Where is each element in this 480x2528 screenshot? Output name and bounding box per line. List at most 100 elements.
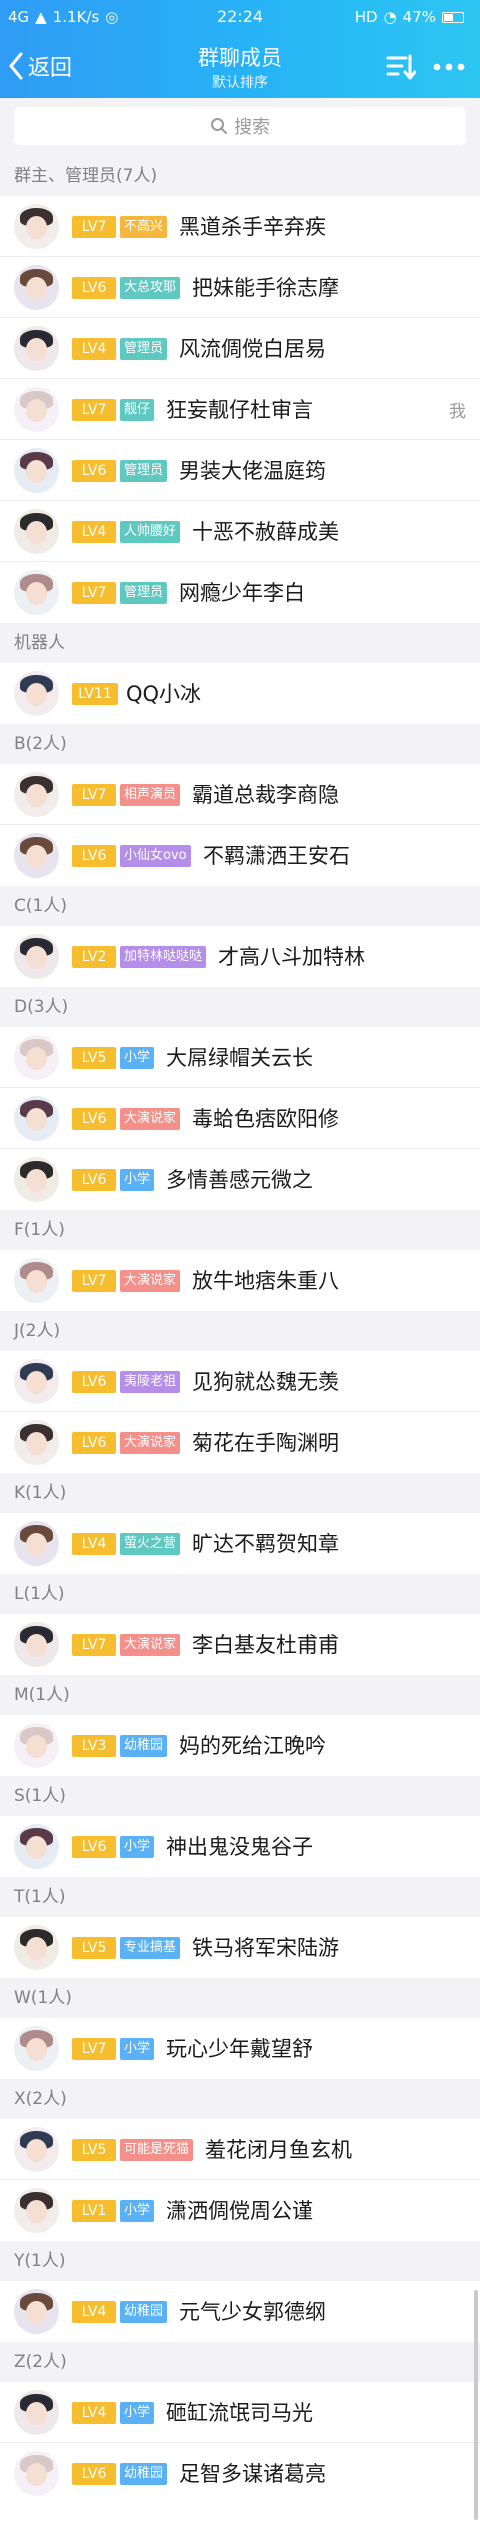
section-header: S(1人) [0, 1776, 480, 1816]
level-badge: LV6 [72, 845, 116, 867]
member-name: 神出鬼没鬼谷子 [166, 1835, 313, 1859]
avatar[interactable] [14, 326, 59, 371]
member-row[interactable]: LV6 大总攻耶 把妹能手徐志摩 [0, 257, 480, 318]
member-row[interactable]: LV7 相声演员 霸道总裁李商隐 [0, 764, 480, 825]
member-title-tag: 大演说家 [120, 1270, 181, 1292]
member-row[interactable]: LV6 管理员 男装大佬温庭筠 [0, 440, 480, 501]
member-row[interactable]: LV4 萤火之营 旷达不羁贺知章 [0, 1513, 480, 1574]
member-row[interactable]: LV1 小学 潇洒倜傥周公谨 [0, 2180, 480, 2241]
avatar[interactable] [14, 1925, 59, 1970]
avatar[interactable] [14, 833, 59, 878]
avatar[interactable] [14, 2188, 59, 2233]
member-title-tag: 大演说家 [120, 1108, 181, 1130]
avatar[interactable] [14, 448, 59, 493]
avatar[interactable] [14, 1420, 59, 1465]
avatar[interactable] [14, 934, 59, 979]
avatar[interactable] [14, 387, 59, 432]
avatar[interactable] [14, 265, 59, 310]
hd-indicator: HD [354, 8, 378, 26]
member-row[interactable]: LV3 幼稚园 妈的死给江晚吟 [0, 1715, 480, 1776]
member-row[interactable]: LV5 小学 大屌绿帽关云长 [0, 1027, 480, 1088]
member-row[interactable]: LV6 小学 多情善感元微之 [0, 1149, 480, 1210]
member-row[interactable]: LV4 管理员 风流倜傥白居易 [0, 318, 480, 379]
section-header: W(1人) [0, 1978, 480, 2018]
avatar[interactable] [14, 1157, 59, 1202]
avatar[interactable] [14, 2026, 59, 2071]
scrollbar[interactable] [474, 2290, 478, 2520]
member-row[interactable]: LV2 加特林哒哒哒 才高八斗加特林 [0, 926, 480, 987]
member-row[interactable]: LV7 不高兴 黑道杀手辛弃疾 [0, 196, 480, 257]
member-title-tag: 幼稚园 [120, 2463, 168, 2485]
member-row[interactable]: LV4 幼稚园 元气少女郭德纲 [0, 2281, 480, 2342]
avatar[interactable] [14, 1824, 59, 1869]
avatar[interactable] [14, 570, 59, 615]
battery-icon [442, 12, 464, 23]
avatar[interactable] [14, 1622, 59, 1667]
member-row[interactable]: LV7 靓仔 狂妄靓仔杜审言 我 [0, 379, 480, 440]
avatar[interactable] [14, 2289, 59, 2334]
status-bar: 4G ▲ 1.1K/s ◎ 22:24 HD ◔ 47% [0, 0, 480, 34]
member-title-tag: 不高兴 [120, 216, 168, 238]
member-row[interactable]: LV7 小学 玩心少年戴望舒 [0, 2018, 480, 2079]
member-title-tag: 萤火之营 [120, 1533, 181, 1555]
member-title-tag: 幼稚园 [120, 2301, 168, 2323]
member-name: 网瘾少年李白 [179, 581, 305, 605]
level-badge: LV6 [72, 1371, 116, 1393]
sort-icon [386, 54, 417, 80]
avatar[interactable] [14, 1723, 59, 1768]
member-row[interactable]: LV5 可能是死猫 羞花闭月鱼玄机 [0, 2119, 480, 2180]
member-name: 狂妄靓仔杜审言 [166, 398, 313, 422]
member-row[interactable]: LV6 小学 神出鬼没鬼谷子 [0, 1816, 480, 1877]
level-badge: LV6 [72, 1108, 116, 1130]
member-name: 足智多谋诸葛亮 [179, 2462, 326, 2486]
search-input[interactable]: 搜索 [14, 107, 466, 145]
avatar[interactable] [14, 2127, 59, 2172]
section-header: D(3人) [0, 987, 480, 1027]
member-title-tag: 可能是死猫 [120, 2139, 194, 2161]
avatar[interactable] [14, 772, 59, 817]
avatar[interactable] [14, 204, 59, 249]
member-name: 旷达不羁贺知章 [192, 1532, 339, 1556]
member-row[interactable]: LV5 专业搞基 铁马将军宋陆游 [0, 1917, 480, 1978]
avatar[interactable] [14, 1258, 59, 1303]
avatar[interactable] [14, 1035, 59, 1080]
member-row[interactable]: LV11 QQ小冰 [0, 663, 480, 724]
member-title-tag: 大演说家 [120, 1432, 181, 1454]
more-dots-icon [433, 63, 465, 71]
member-row[interactable]: LV6 幼稚园 足智多谋诸葛亮 [0, 2443, 480, 2504]
member-row[interactable]: LV4 人帅腰好 十恶不赦薛成美 [0, 501, 480, 562]
member-row[interactable]: LV6 大演说家 毒蛤色痞欧阳修 [0, 1088, 480, 1149]
section-header: J(2人) [0, 1311, 480, 1351]
member-title-tag: 小学 [120, 2200, 155, 2222]
member-name: 风流倜傥白居易 [179, 337, 326, 361]
member-row[interactable]: LV7 大演说家 放牛地痞朱重八 [0, 1250, 480, 1311]
member-row[interactable]: LV6 大演说家 菊花在手陶渊明 [0, 1412, 480, 1473]
level-badge: LV7 [72, 399, 116, 421]
sort-button[interactable] [386, 52, 417, 82]
member-name: 李白基友杜甫甫 [192, 1633, 339, 1657]
member-row[interactable]: LV4 小学 砸缸流氓司马光 [0, 2382, 480, 2443]
nav-bar: 返回 群聊成员 默认排序 [0, 34, 480, 98]
member-name: 玩心少年戴望舒 [166, 2037, 313, 2061]
member-name: 元气少女郭德纲 [179, 2300, 326, 2324]
member-row[interactable]: LV6 小仙女ovo 不羁潇洒王安石 [0, 825, 480, 886]
member-row[interactable]: LV6 夷陵老祖 见狗就怂魏无羡 [0, 1351, 480, 1412]
avatar[interactable] [14, 1521, 59, 1566]
avatar[interactable] [14, 671, 59, 716]
member-name: 放牛地痞朱重八 [192, 1269, 339, 1293]
avatar[interactable] [14, 509, 59, 554]
member-row[interactable]: LV7 大演说家 李白基友杜甫甫 [0, 1614, 480, 1675]
section-header: B(2人) [0, 724, 480, 764]
level-badge: LV5 [72, 1937, 116, 1959]
avatar[interactable] [14, 1359, 59, 1404]
search-area: 搜索 [0, 98, 480, 156]
level-badge: LV6 [72, 460, 116, 482]
avatar[interactable] [14, 2390, 59, 2435]
member-row[interactable]: LV7 管理员 网瘾少年李白 [0, 562, 480, 623]
avatar[interactable] [14, 1096, 59, 1141]
more-button[interactable] [432, 52, 466, 82]
member-title-tag: 相声演员 [120, 784, 181, 806]
member-name: 霸道总裁李商隐 [192, 783, 339, 807]
avatar[interactable] [14, 2451, 59, 2496]
member-title-tag: 小学 [120, 1047, 155, 1069]
